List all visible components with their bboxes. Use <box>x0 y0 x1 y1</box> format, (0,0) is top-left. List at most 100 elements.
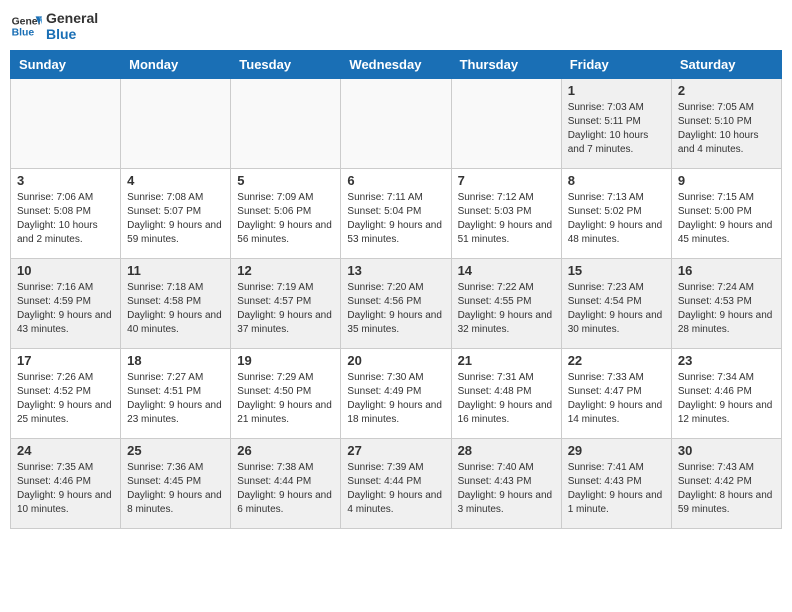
weekday-header-monday: Monday <box>121 51 231 79</box>
day-number: 5 <box>237 173 334 188</box>
week-row-4: 17Sunrise: 7:26 AM Sunset: 4:52 PM Dayli… <box>11 349 782 439</box>
calendar-cell: 9 Sunrise: 7:15 AM Sunset: 5:00 PM Daylig… <box>671 169 781 259</box>
day-info: Sunrise: 7:18 AM Sunset: 4:58 PM Dayligh… <box>127 281 224 337</box>
day-number: 25 <box>127 443 224 458</box>
calendar-cell <box>121 79 231 169</box>
calendar-cell: 11 Sunrise: 7:18 AM Sunset: 4:58 PM Dayli… <box>121 259 231 349</box>
day-info: Sunrise: 7:12 AM Sunset: 5:03 PM Dayligh… <box>458 191 555 247</box>
day-info: Sunrise: 7:43 AM Sunset: 4:42 PM Dayligh… <box>678 461 775 517</box>
weekday-header-row: SundayMondayTuesdayWednesdayThursdayFrid… <box>11 51 782 79</box>
weekday-header-tuesday: Tuesday <box>231 51 341 79</box>
calendar-cell: 16 Sunrise: 7:24 AM Sunset: 4:53 PM Dayli… <box>671 259 781 349</box>
weekday-header-sunday: Sunday <box>11 51 121 79</box>
logo: General Blue General Blue <box>10 10 98 42</box>
week-row-3: 10 Sunrise: 7:16 AM Sunset: 4:59 PM Dayli… <box>11 259 782 349</box>
day-info: Sunrise: 7:30 AM Sunset: 4:49 PM Dayligh… <box>347 371 444 427</box>
day-number: 30 <box>678 443 775 458</box>
day-info: Sunrise: 7:38 AM Sunset: 4:44 PM Dayligh… <box>237 461 334 517</box>
day-info: Sunrise: 7:20 AM Sunset: 4:56 PM Dayligh… <box>347 281 444 337</box>
calendar-cell <box>11 79 121 169</box>
day-info: Sunrise: 7:31 AM Sunset: 4:48 PM Dayligh… <box>458 371 555 427</box>
day-number: 20 <box>347 353 444 368</box>
weekday-header-thursday: Thursday <box>451 51 561 79</box>
page-header: General Blue General Blue <box>10 10 782 42</box>
day-number: 8 <box>568 173 665 188</box>
calendar-table: SundayMondayTuesdayWednesdayThursdayFrid… <box>10 50 782 529</box>
day-number: 14 <box>458 263 555 278</box>
day-info: Sunrise: 7:19 AM Sunset: 4:57 PM Dayligh… <box>237 281 334 337</box>
calendar-cell: 28Sunrise: 7:40 AM Sunset: 4:43 PM Dayli… <box>451 439 561 529</box>
calendar-cell: 12 Sunrise: 7:19 AM Sunset: 4:57 PM Dayli… <box>231 259 341 349</box>
calendar-cell: 21 Sunrise: 7:31 AM Sunset: 4:48 PM Dayli… <box>451 349 561 439</box>
day-info: Sunrise: 7:35 AM Sunset: 4:46 PM Dayligh… <box>17 461 114 517</box>
day-info: Sunrise: 7:40 AM Sunset: 4:43 PM Dayligh… <box>458 461 555 517</box>
calendar-cell: 26Sunrise: 7:38 AM Sunset: 4:44 PM Dayli… <box>231 439 341 529</box>
day-number: 13 <box>347 263 444 278</box>
weekday-header-friday: Friday <box>561 51 671 79</box>
week-row-1: 1 Sunrise: 7:03 AM Sunset: 5:11 PM Daylig… <box>11 79 782 169</box>
day-info: Sunrise: 7:22 AM Sunset: 4:55 PM Dayligh… <box>458 281 555 337</box>
day-number: 1 <box>568 83 665 98</box>
logo-icon: General Blue <box>10 10 42 42</box>
calendar-cell: 13 Sunrise: 7:20 AM Sunset: 4:56 PM Dayli… <box>341 259 451 349</box>
day-number: 10 <box>17 263 114 278</box>
day-info: Sunrise: 7:41 AM Sunset: 4:43 PM Dayligh… <box>568 461 665 517</box>
calendar-cell: 29 Sunrise: 7:41 AM Sunset: 4:43 PM Dayli… <box>561 439 671 529</box>
day-info: Sunrise: 7:36 AM Sunset: 4:45 PM Dayligh… <box>127 461 224 517</box>
calendar-cell <box>341 79 451 169</box>
calendar-cell: 15 Sunrise: 7:23 AM Sunset: 4:54 PM Dayli… <box>561 259 671 349</box>
calendar-cell: 8 Sunrise: 7:13 AM Sunset: 5:02 PM Daylig… <box>561 169 671 259</box>
day-number: 3 <box>17 173 114 188</box>
calendar-cell: 5Sunrise: 7:09 AM Sunset: 5:06 PM Daylig… <box>231 169 341 259</box>
day-number: 19 <box>237 353 334 368</box>
day-number: 4 <box>127 173 224 188</box>
day-info: Sunrise: 7:05 AM Sunset: 5:10 PM Dayligh… <box>678 101 775 157</box>
day-info: Sunrise: 7:33 AM Sunset: 4:47 PM Dayligh… <box>568 371 665 427</box>
day-number: 16 <box>678 263 775 278</box>
day-number: 9 <box>678 173 775 188</box>
day-number: 23 <box>678 353 775 368</box>
day-info: Sunrise: 7:15 AM Sunset: 5:00 PM Dayligh… <box>678 191 775 247</box>
svg-text:Blue: Blue <box>12 28 35 39</box>
calendar-cell <box>451 79 561 169</box>
day-number: 21 <box>458 353 555 368</box>
calendar-cell: 24 Sunrise: 7:35 AM Sunset: 4:46 PM Dayli… <box>11 439 121 529</box>
weekday-header-wednesday: Wednesday <box>341 51 451 79</box>
calendar-cell: 25 Sunrise: 7:36 AM Sunset: 4:45 PM Dayli… <box>121 439 231 529</box>
day-number: 7 <box>458 173 555 188</box>
calendar-cell: 6Sunrise: 7:11 AM Sunset: 5:04 PM Daylig… <box>341 169 451 259</box>
calendar-cell: 23Sunrise: 7:34 AM Sunset: 4:46 PM Dayli… <box>671 349 781 439</box>
day-number: 18 <box>127 353 224 368</box>
calendar-cell: 18Sunrise: 7:27 AM Sunset: 4:51 PM Dayli… <box>121 349 231 439</box>
calendar-cell: 14 Sunrise: 7:22 AM Sunset: 4:55 PM Dayli… <box>451 259 561 349</box>
logo-blue: Blue <box>46 26 98 42</box>
calendar-cell: 2 Sunrise: 7:05 AM Sunset: 5:10 PM Daylig… <box>671 79 781 169</box>
day-info: Sunrise: 7:16 AM Sunset: 4:59 PM Dayligh… <box>17 281 114 337</box>
day-number: 17 <box>17 353 114 368</box>
week-row-5: 24 Sunrise: 7:35 AM Sunset: 4:46 PM Dayli… <box>11 439 782 529</box>
day-number: 29 <box>568 443 665 458</box>
day-number: 11 <box>127 263 224 278</box>
day-info: Sunrise: 7:08 AM Sunset: 5:07 PM Dayligh… <box>127 191 224 247</box>
calendar-cell: 27Sunrise: 7:39 AM Sunset: 4:44 PM Dayli… <box>341 439 451 529</box>
calendar-cell: 1 Sunrise: 7:03 AM Sunset: 5:11 PM Daylig… <box>561 79 671 169</box>
calendar-cell: 4 Sunrise: 7:08 AM Sunset: 5:07 PM Daylig… <box>121 169 231 259</box>
calendar-cell: 3 Sunrise: 7:06 AM Sunset: 5:08 PM Daylig… <box>11 169 121 259</box>
day-info: Sunrise: 7:03 AM Sunset: 5:11 PM Dayligh… <box>568 101 665 157</box>
day-info: Sunrise: 7:23 AM Sunset: 4:54 PM Dayligh… <box>568 281 665 337</box>
calendar-cell: 7 Sunrise: 7:12 AM Sunset: 5:03 PM Daylig… <box>451 169 561 259</box>
day-number: 24 <box>17 443 114 458</box>
day-info: Sunrise: 7:06 AM Sunset: 5:08 PM Dayligh… <box>17 191 114 247</box>
day-info: Sunrise: 7:13 AM Sunset: 5:02 PM Dayligh… <box>568 191 665 247</box>
calendar-cell: 10 Sunrise: 7:16 AM Sunset: 4:59 PM Dayli… <box>11 259 121 349</box>
day-info: Sunrise: 7:39 AM Sunset: 4:44 PM Dayligh… <box>347 461 444 517</box>
day-number: 2 <box>678 83 775 98</box>
day-info: Sunrise: 7:24 AM Sunset: 4:53 PM Dayligh… <box>678 281 775 337</box>
logo-general: General <box>46 10 98 26</box>
calendar-cell: 30 Sunrise: 7:43 AM Sunset: 4:42 PM Dayli… <box>671 439 781 529</box>
week-row-2: 3 Sunrise: 7:06 AM Sunset: 5:08 PM Daylig… <box>11 169 782 259</box>
day-number: 12 <box>237 263 334 278</box>
day-info: Sunrise: 7:11 AM Sunset: 5:04 PM Dayligh… <box>347 191 444 247</box>
calendar-cell: 22Sunrise: 7:33 AM Sunset: 4:47 PM Dayli… <box>561 349 671 439</box>
day-number: 15 <box>568 263 665 278</box>
